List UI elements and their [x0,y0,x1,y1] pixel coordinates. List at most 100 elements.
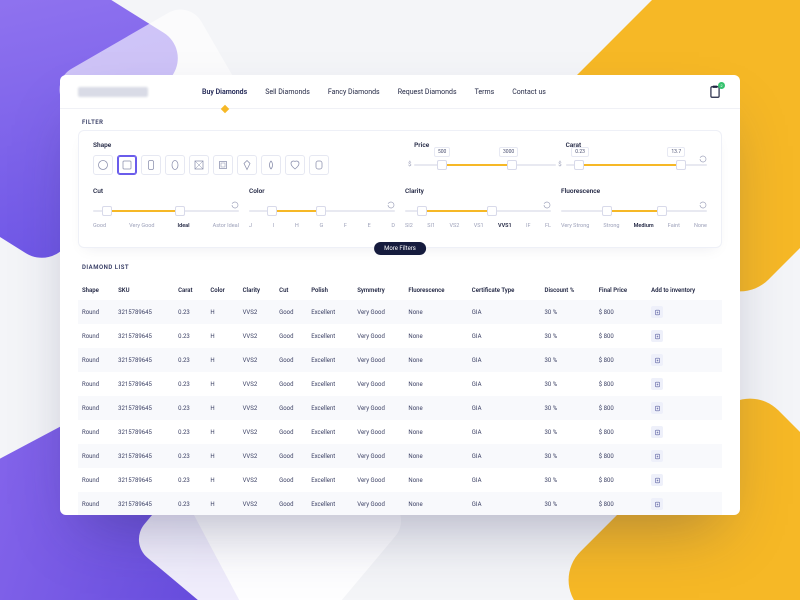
cell: GIA [468,420,541,444]
add-to-inventory-button[interactable] [651,426,663,438]
nav-buy-diamonds[interactable]: Buy Diamonds [202,88,247,96]
column-header[interactable]: Shape [78,281,114,300]
carat-thumb-low[interactable] [574,160,584,170]
nav-fancy-diamonds[interactable]: Fancy Diamonds [328,88,380,96]
add-to-inventory-button[interactable] [651,330,663,342]
cell: Excellent [307,468,353,492]
cell: VVS2 [239,372,276,396]
price-high-value: 3000 [499,147,518,157]
column-header[interactable]: SKU [114,281,174,300]
fluor-thumb-high[interactable] [657,206,667,216]
table-row[interactable]: Round32157896450.23HVVS2GoodExcellentVer… [78,348,722,372]
add-to-inventory-button[interactable] [651,306,663,318]
nav-sell-diamonds[interactable]: Sell Diamonds [265,88,310,96]
carat-thumb-high[interactable] [676,160,686,170]
cell: 0.23 [174,348,206,372]
column-header[interactable]: Color [206,281,238,300]
slider-mark: IF [526,223,531,229]
cell: 30 % [541,300,595,324]
nav-request-diamonds[interactable]: Request Diamonds [398,88,457,96]
diamond-table: ShapeSKUCaratColorClarityCutPolishSymmet… [78,281,722,515]
plus-icon [654,333,661,340]
column-header[interactable]: Discount % [541,281,595,300]
column-header[interactable]: Clarity [239,281,276,300]
add-to-inventory-button[interactable] [651,498,663,510]
clarity-thumb-low[interactable] [417,206,427,216]
clarity-slider[interactable] [405,201,551,221]
shape-option[interactable] [165,155,185,175]
cut-thumb-high[interactable] [175,206,185,216]
filter-clarity-label: Clarity [405,187,551,195]
shape-option[interactable] [309,155,329,175]
column-header[interactable]: Polish [307,281,353,300]
fluor-slider[interactable] [561,201,707,221]
cell: VVS2 [239,444,276,468]
shape-option[interactable] [93,155,113,175]
cell: VVS2 [239,324,276,348]
add-to-inventory-button[interactable] [651,474,663,486]
clarity-thumb-high[interactable] [487,206,497,216]
price-thumb-high[interactable] [507,160,517,170]
color-thumb-high[interactable] [316,206,326,216]
table-row[interactable]: Round32157896450.23HVVS2GoodExcellentVer… [78,396,722,420]
slider-mark: Faint [668,223,680,229]
table-row[interactable]: Round32157896450.23HVVS2GoodExcellentVer… [78,372,722,396]
cut-slider[interactable] [93,201,239,221]
table-row[interactable]: Round32157896450.23HVVS2GoodExcellentVer… [78,468,722,492]
add-to-inventory-button[interactable] [651,450,663,462]
add-to-inventory-button[interactable] [651,354,663,366]
column-header[interactable]: Carat [174,281,206,300]
column-header[interactable]: Cut [275,281,307,300]
cell: Round [78,300,114,324]
cell: Round [78,444,114,468]
diamond-shape-icon [145,159,157,171]
cell: None [404,348,467,372]
table-row[interactable]: Round32157896450.23HVVS2GoodExcellentVer… [78,420,722,444]
table-row[interactable]: Round32157896450.23HVVS2GoodExcellentVer… [78,492,722,515]
slider-mark: G [319,223,323,229]
price-slider[interactable]: $ 500 3000 $ [414,155,555,175]
column-header[interactable]: Add to inventory [647,281,722,300]
cell: Good [275,348,307,372]
price-thumb-low[interactable] [437,160,447,170]
shape-option[interactable] [189,155,209,175]
table-row[interactable]: Round32157896450.23HVVS2GoodExcellentVer… [78,444,722,468]
table-row[interactable]: Round32157896450.23HVVS2GoodExcellentVer… [78,300,722,324]
column-header[interactable]: Final Price [595,281,647,300]
carat-slider[interactable]: 0.23 13.7 [566,155,707,175]
diamond-shape-icon [241,159,253,171]
color-thumb-low[interactable] [267,206,277,216]
cell: Very Good [353,348,404,372]
nav-terms[interactable]: Terms [475,88,495,96]
reset-icon[interactable] [699,155,707,165]
nav-contact[interactable]: Contact us [512,88,546,96]
reset-icon[interactable] [543,201,551,211]
table-row[interactable]: Round32157896450.23HVVS2GoodExcellentVer… [78,324,722,348]
color-slider[interactable] [249,201,395,221]
table-header-row: ShapeSKUCaratColorClarityCutPolishSymmet… [78,281,722,300]
column-header[interactable]: Fluorescence [404,281,467,300]
add-to-inventory-button[interactable] [651,402,663,414]
cell: $ 800 [595,396,647,420]
reset-icon[interactable] [231,201,239,211]
column-header[interactable]: Certificate Type [468,281,541,300]
reset-icon[interactable] [387,201,395,211]
shape-option[interactable] [237,155,257,175]
fluor-thumb-low[interactable] [602,206,612,216]
shape-option[interactable] [141,155,161,175]
cart-button[interactable]: 2 [708,85,722,99]
shape-option[interactable] [213,155,233,175]
cell: 30 % [541,348,595,372]
cell: Very Good [353,444,404,468]
column-header[interactable]: Symmetry [353,281,404,300]
diamond-shape-icon [313,159,325,171]
shape-option[interactable] [285,155,305,175]
add-to-inventory-button[interactable] [651,378,663,390]
cell: H [206,300,238,324]
cell: Good [275,420,307,444]
shape-option[interactable] [117,155,137,175]
cut-thumb-low[interactable] [102,206,112,216]
reset-icon[interactable] [699,201,707,211]
more-filters-button[interactable]: More Filters [374,242,426,255]
shape-option[interactable] [261,155,281,175]
